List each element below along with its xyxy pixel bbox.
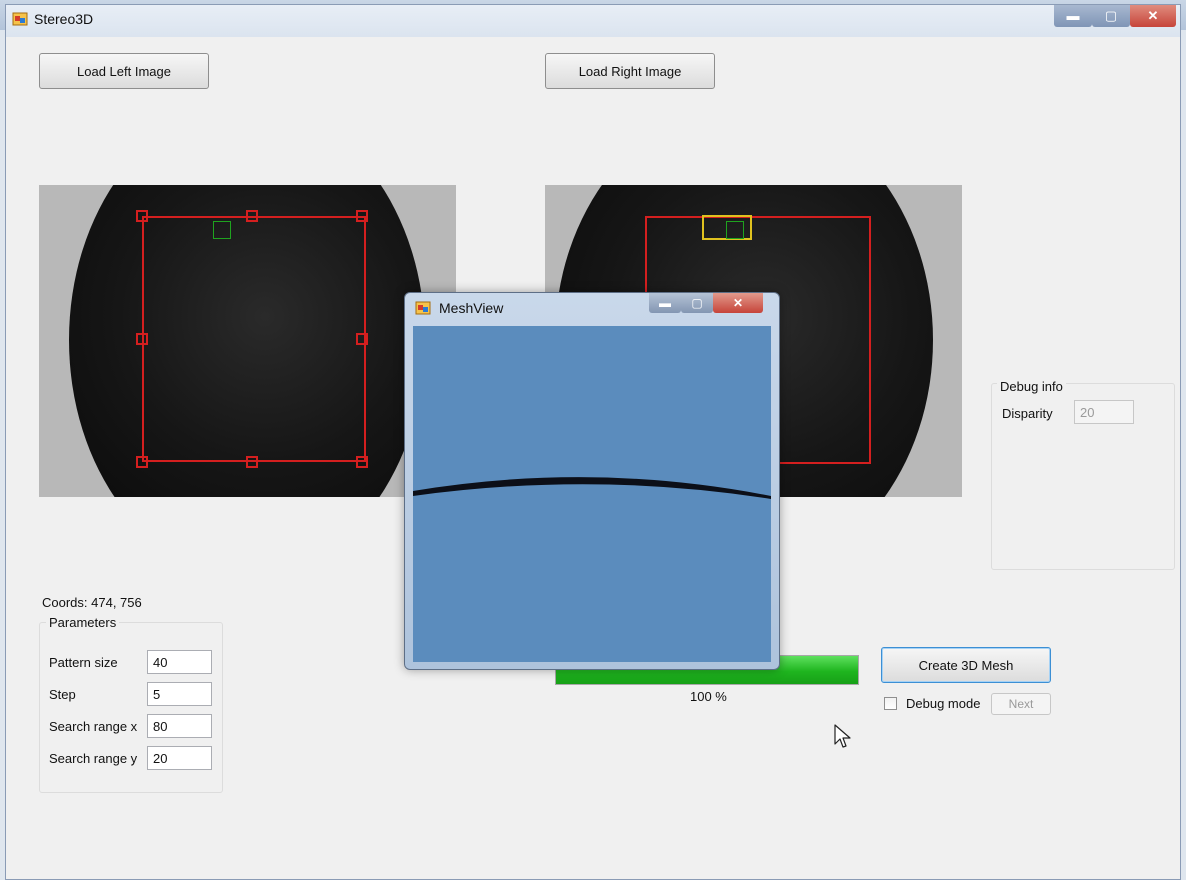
left-image[interactable] <box>39 185 456 497</box>
resize-handle[interactable] <box>246 456 258 468</box>
parameters-title: Parameters <box>46 615 120 630</box>
mouse-pointer-icon <box>834 724 851 748</box>
maximize-icon[interactable]: ▢ <box>1092 5 1130 27</box>
debug-info-title: Debug info <box>997 379 1066 394</box>
window-title: Stereo3D <box>34 11 94 27</box>
mesh-render <box>413 477 771 499</box>
close-icon[interactable]: ✕ <box>1130 5 1176 27</box>
meshview-title: MeshView <box>439 300 504 316</box>
pattern-size-field[interactable]: 40 <box>147 650 212 674</box>
disparity-label: Disparity <box>1002 406 1053 421</box>
minimize-icon[interactable]: ▬ <box>1054 5 1092 27</box>
close-icon[interactable]: ✕ <box>713 293 763 313</box>
disparity-field: 20 <box>1074 400 1134 424</box>
resize-handle[interactable] <box>356 333 368 345</box>
resize-handle[interactable] <box>136 210 148 222</box>
step-label: Step <box>49 687 76 702</box>
minimize-icon[interactable]: ▬ <box>649 293 681 313</box>
resize-handle[interactable] <box>356 456 368 468</box>
selection-rectangle[interactable] <box>142 216 366 462</box>
search-range-y-label: Search range y <box>49 751 138 766</box>
resize-handle[interactable] <box>136 456 148 468</box>
maximize-icon[interactable]: ▢ <box>681 293 713 313</box>
match-box <box>726 221 744 239</box>
coords-label: Coords: 474, 756 <box>42 595 142 610</box>
app-icon <box>12 12 28 26</box>
load-right-image-button[interactable]: Load Right Image <box>545 53 715 89</box>
pattern-size-label: Pattern size <box>49 655 118 670</box>
title-bar[interactable]: Stereo3D ▬ ▢ ✕ <box>6 5 1180 37</box>
checkbox-icon[interactable] <box>884 697 897 710</box>
progress-text: 100 % <box>690 689 727 704</box>
resize-handle[interactable] <box>246 210 258 222</box>
search-range-x-label: Search range x <box>49 719 138 734</box>
next-button[interactable]: Next <box>991 693 1051 715</box>
debug-mode-label[interactable]: Debug mode <box>906 696 980 711</box>
pattern-box <box>213 221 231 239</box>
resize-handle[interactable] <box>136 333 148 345</box>
search-range-x-field[interactable]: 80 <box>147 714 212 738</box>
search-range-y-field[interactable]: 20 <box>147 746 212 770</box>
step-field[interactable]: 5 <box>147 682 212 706</box>
mesh-viewport[interactable] <box>413 326 771 662</box>
load-left-image-button[interactable]: Load Left Image <box>39 53 209 89</box>
resize-handle[interactable] <box>356 210 368 222</box>
app-icon <box>415 301 431 315</box>
meshview-window[interactable]: MeshView ▬ ▢ ✕ <box>404 292 780 670</box>
create-3d-mesh-button[interactable]: Create 3D Mesh <box>881 647 1051 683</box>
